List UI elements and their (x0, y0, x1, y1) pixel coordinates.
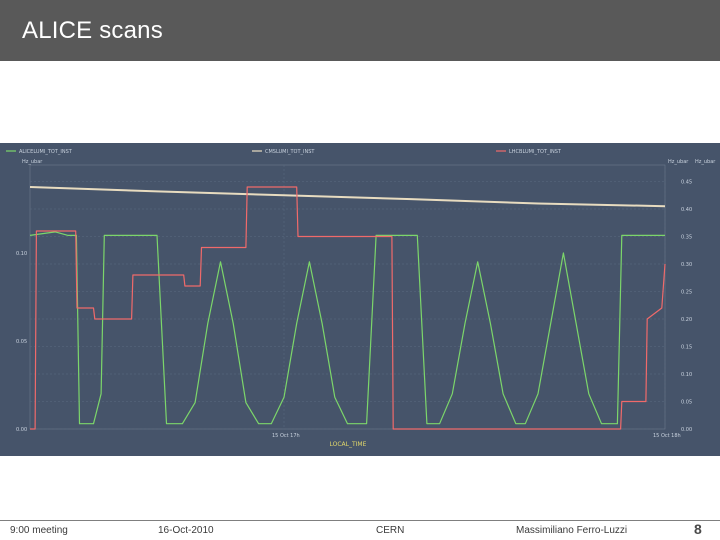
right-tick-label: 0.45 (681, 180, 692, 186)
right-tick-label: 0.30 (681, 262, 692, 268)
x-tick-label: 15 Oct 17h (272, 433, 300, 439)
left-tick-label: 0.00 (16, 427, 27, 433)
x-tick-label: 15 Oct 18h (653, 433, 681, 439)
legend-entry: CMSLUMI_TOT_INST (265, 149, 315, 155)
legend-entry: LHCBLUMI_TOT_INST (509, 149, 562, 155)
footer-organization: CERN (376, 525, 405, 536)
alice-series-line (29, 231, 665, 425)
page-number: 8 (694, 521, 702, 537)
right-tick-label: 0.00 (681, 427, 692, 433)
footer-divider (0, 520, 720, 521)
x-axis-label: LOCAL_TIME (330, 441, 367, 448)
right-tick-label: 0.15 (681, 345, 692, 351)
footer-date: 16-Oct-2010 (158, 525, 214, 536)
right-axis-label: Hz_ubar (668, 159, 689, 165)
right-tick-label: 0.25 (681, 290, 692, 296)
footer-meeting: 9:00 meeting (10, 525, 68, 536)
right-tick-label: 0.05 (681, 400, 692, 406)
right-tick-label: 0.35 (681, 235, 692, 241)
left-tick-label: 0.05 (16, 339, 27, 345)
left-axis-label: Hz_ubar (22, 159, 43, 165)
luminosity-chart-svg: 0.45 0.40 0.35 0.30 0.25 0.20 0.15 0.10 0.05 0.00… (6, 149, 716, 448)
right-tick-label: 0.40 (681, 207, 692, 213)
luminosity-chart: 0.45 0.40 0.35 0.30 0.25 0.20 0.15 0.10 0.05 0.00… (0, 143, 720, 456)
cms-series-line (29, 186, 666, 208)
legend-entry: ALICELUMI_TOT_INST (19, 149, 73, 155)
right-tick-label: 0.20 (681, 317, 692, 323)
left-tick-label: 0.10 (16, 251, 27, 257)
right-tick-label: 0.10 (681, 372, 692, 378)
right-axis-label: Hz_ubar (695, 159, 716, 165)
title-bar: ALICE scans (0, 0, 720, 61)
footer-author: Massimiliano Ferro-Luzzi (516, 525, 628, 536)
lhcb-series-line (30, 186, 666, 430)
slide-title: ALICE scans (22, 17, 163, 44)
